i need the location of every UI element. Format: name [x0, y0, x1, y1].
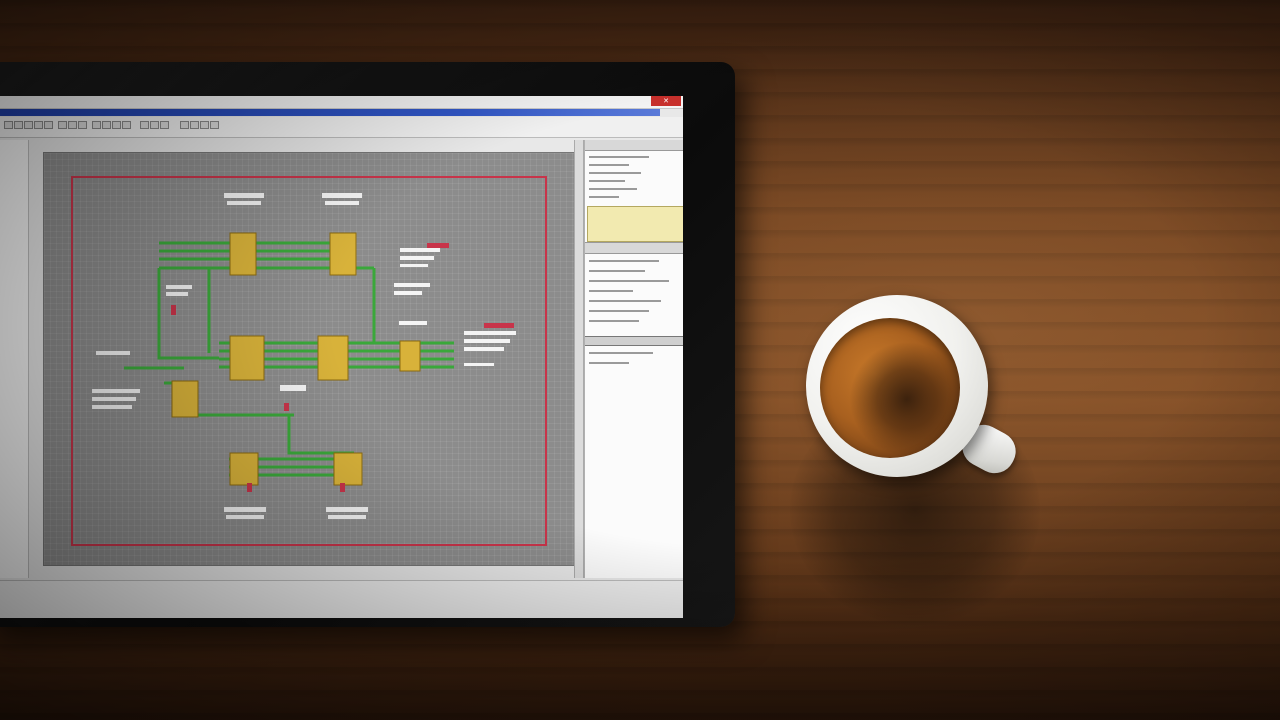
panel-row	[589, 320, 639, 322]
panel-section-header[interactable]	[585, 336, 683, 346]
panel-row	[589, 352, 653, 354]
schematic-canvas[interactable]	[43, 152, 575, 566]
ic-component	[399, 340, 421, 372]
ic-component	[229, 452, 259, 486]
panel-section-header[interactable]	[585, 242, 683, 254]
menu-bar[interactable]	[0, 109, 660, 116]
tablet-device: ✕	[0, 62, 735, 627]
panel-row	[589, 172, 641, 174]
panel-row	[589, 188, 637, 190]
status-bar	[0, 580, 683, 618]
panel-row	[589, 310, 649, 312]
tool-button[interactable]	[24, 121, 33, 129]
tool-button[interactable]	[160, 121, 169, 129]
tool-button[interactable]	[200, 121, 209, 129]
tool-button[interactable]	[140, 121, 149, 129]
ic-component	[229, 232, 257, 276]
schematic-drawing	[92, 193, 516, 519]
ic-component	[229, 335, 265, 381]
panel-row	[589, 280, 669, 282]
panel-row	[589, 156, 649, 158]
properties-panel[interactable]	[584, 140, 683, 578]
coffee-surface	[820, 318, 960, 458]
panel-row	[589, 290, 633, 292]
tool-button[interactable]	[92, 121, 101, 129]
left-tool-panel[interactable]	[0, 140, 29, 578]
close-icon[interactable]: ✕	[651, 96, 681, 106]
tool-button[interactable]	[58, 121, 67, 129]
window-titlebar: ✕	[0, 96, 683, 109]
ic-component	[333, 452, 363, 486]
panel-row	[589, 300, 661, 302]
highlighted-list[interactable]	[587, 206, 683, 242]
toolbar	[0, 117, 683, 138]
tool-button[interactable]	[78, 121, 87, 129]
panel-row	[589, 260, 659, 262]
panel-row	[589, 362, 629, 364]
tool-button[interactable]	[122, 121, 131, 129]
splitter-scrollbar[interactable]	[574, 140, 584, 578]
tool-button[interactable]	[34, 121, 43, 129]
ic-component	[329, 232, 357, 276]
tool-button[interactable]	[112, 121, 121, 129]
tool-button[interactable]	[4, 121, 13, 129]
tool-button[interactable]	[150, 121, 159, 129]
tool-button[interactable]	[102, 121, 111, 129]
ic-component	[317, 335, 349, 381]
tablet-screen: ✕	[0, 96, 683, 618]
panel-row	[589, 180, 625, 182]
panel-row	[589, 270, 645, 272]
tool-button[interactable]	[44, 121, 53, 129]
panel-row	[589, 196, 619, 198]
panel-tabs[interactable]	[585, 140, 683, 151]
tool-button[interactable]	[68, 121, 77, 129]
panel-row	[589, 164, 629, 166]
ic-component	[171, 380, 199, 418]
tool-button[interactable]	[210, 121, 219, 129]
tool-button[interactable]	[190, 121, 199, 129]
tool-button[interactable]	[180, 121, 189, 129]
tool-button[interactable]	[14, 121, 23, 129]
